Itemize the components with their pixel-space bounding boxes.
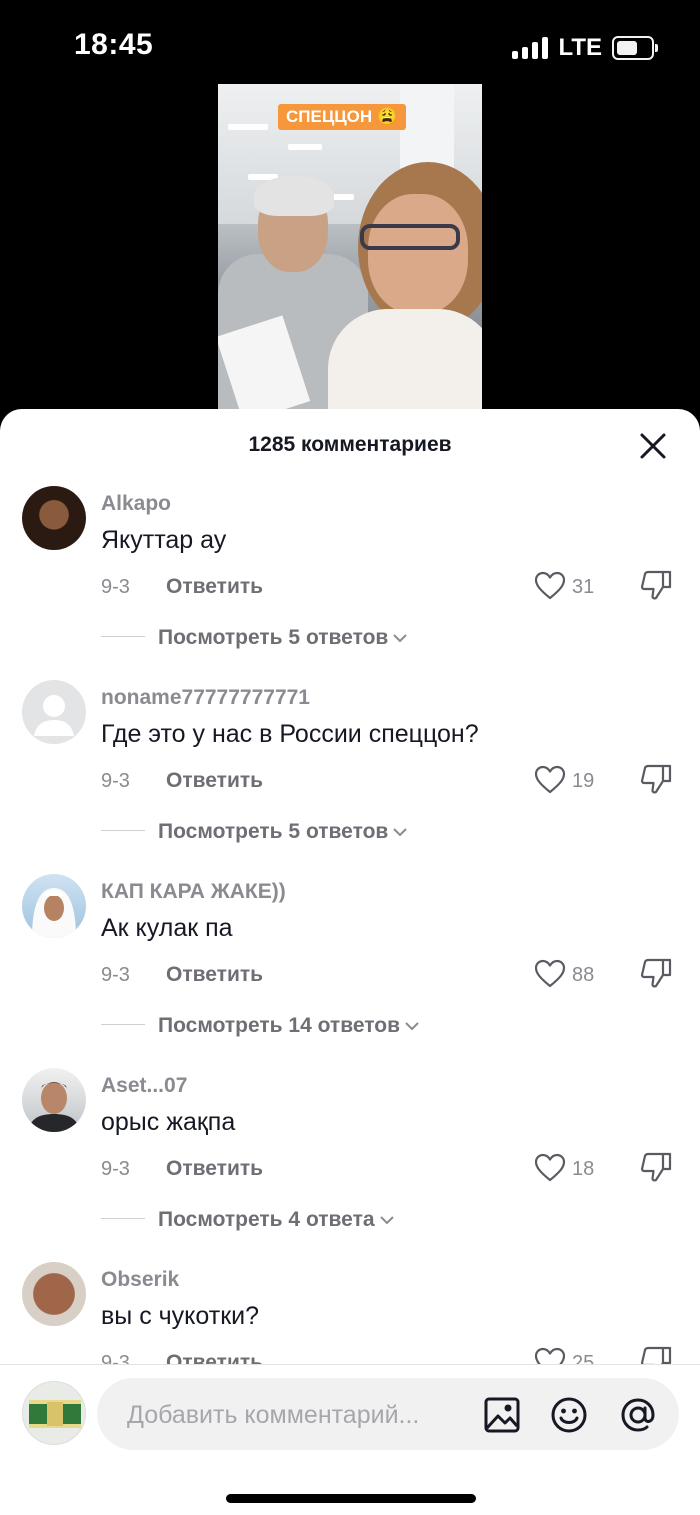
view-replies-button[interactable]: Посмотреть 5 ответов [158, 626, 408, 650]
view-replies-label: Посмотреть 5 ответов [158, 820, 389, 843]
reply-button[interactable]: Ответить [166, 1157, 263, 1181]
comment-text: Ак кулак па [101, 914, 233, 942]
comment-input-container [97, 1378, 679, 1452]
comment-text: вы с чукотки? [101, 1302, 259, 1330]
chevron-down-icon [379, 1216, 394, 1225]
comment-date: 9-3 [101, 576, 130, 598]
thumbs-down-icon[interactable] [639, 569, 673, 603]
view-replies-label: Посмотреть 14 ответов [158, 1014, 400, 1037]
comments-sheet: 1285 комментариев Alkapo Якуттар ау 9-3 … [0, 409, 700, 1515]
reply-button[interactable]: Ответить [166, 769, 263, 793]
view-replies-button[interactable]: Посмотреть 14 ответов [158, 1014, 420, 1038]
comment-text: орыс жақпа [101, 1108, 236, 1136]
reply-button[interactable]: Ответить [166, 963, 263, 987]
my-avatar[interactable] [22, 1381, 86, 1445]
home-indicator [226, 1494, 476, 1503]
avatar[interactable] [22, 874, 86, 938]
chevron-down-icon [393, 634, 408, 643]
comment-text: Где это у нас в России спеццон? [101, 720, 479, 748]
like-count: 18 [572, 1158, 595, 1180]
battery-icon [612, 36, 658, 60]
heart-icon[interactable] [534, 958, 566, 990]
comment-item: КАП КАРА ЖАКЕ)) Ак кулак па 9-3 Ответить… [0, 874, 700, 1068]
video-thumbnail[interactable]: СПЕЦЦОН 😩 [218, 84, 482, 414]
view-replies-button[interactable]: Посмотреть 4 ответа [158, 1208, 395, 1232]
view-replies-label: Посмотреть 4 ответа [158, 1208, 375, 1231]
signal-icon [512, 37, 549, 59]
comment-username[interactable]: Alkapo [101, 492, 171, 516]
close-icon[interactable] [638, 431, 668, 461]
avatar[interactable] [22, 1068, 86, 1132]
emoji-icon[interactable] [550, 1396, 588, 1434]
default-avatar-icon [34, 695, 74, 736]
comments-count-title: 1285 комментариев [248, 433, 452, 456]
comment-username[interactable]: noname77777777771 [101, 686, 310, 710]
at-icon[interactable] [619, 1396, 657, 1434]
comment-input[interactable] [125, 1378, 469, 1452]
view-replies-label: Посмотреть 5 ответов [158, 626, 389, 649]
avatar-image [29, 1400, 81, 1428]
avatar[interactable] [22, 680, 86, 744]
video-caption-tag: СПЕЦЦОН 😩 [278, 104, 407, 130]
comment-text: Якуттар ау [101, 526, 227, 554]
comment-item: Aset...07 орыс жақпа 9-3 Ответить 18 Пос… [0, 1068, 700, 1262]
status-time: 18:45 [74, 28, 154, 61]
comment-date: 9-3 [101, 1158, 130, 1180]
chevron-down-icon [393, 828, 408, 837]
heart-icon[interactable] [534, 1152, 566, 1184]
avatar[interactable] [22, 1262, 86, 1326]
thumbs-down-icon[interactable] [639, 1151, 673, 1185]
comment-item: noname77777777771 Где это у нас в России… [0, 680, 700, 874]
comment-item: Alkapo Якуттар ау 9-3 Ответить 31 Посмот… [0, 486, 700, 680]
network-label: LTE [558, 34, 602, 61]
thumbs-down-icon[interactable] [639, 957, 673, 991]
status-indicators: LTE [512, 34, 658, 62]
comment-username[interactable]: Aset...07 [101, 1074, 187, 1098]
image-icon[interactable] [483, 1396, 521, 1434]
like-count: 19 [572, 770, 595, 792]
comment-username[interactable]: КАП КАРА ЖАКЕ)) [101, 880, 286, 904]
avatar-image [28, 1082, 80, 1132]
comment-username[interactable]: Obserik [101, 1268, 179, 1292]
like-count: 88 [572, 964, 595, 986]
thumbs-down-icon[interactable] [639, 763, 673, 797]
chevron-down-icon [405, 1022, 419, 1031]
comment-date: 9-3 [101, 770, 130, 792]
reply-button[interactable]: Ответить [166, 575, 263, 599]
avatar-image [32, 888, 76, 938]
like-count: 31 [572, 576, 595, 598]
view-replies-button[interactable]: Посмотреть 5 ответов [158, 820, 408, 844]
heart-icon[interactable] [534, 570, 566, 602]
comment-date: 9-3 [101, 964, 130, 986]
comment-composer [0, 1365, 700, 1515]
avatar[interactable] [22, 486, 86, 550]
heart-icon[interactable] [534, 764, 566, 796]
